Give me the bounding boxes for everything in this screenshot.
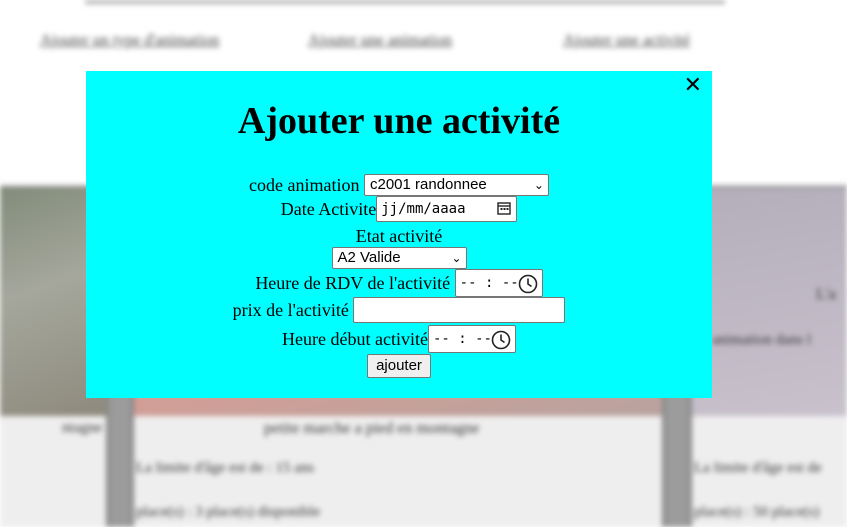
nav-link-add-activity[interactable]: Ajouter une activité <box>563 32 690 50</box>
prix-row: prix de l'activité <box>86 297 712 323</box>
date-activite-row: Date Activite jj/mm/aaaa <box>86 196 712 222</box>
card-places: place(s) : 50 place(s) <box>694 504 820 520</box>
date-activite-input[interactable]: jj/mm/aaaa <box>376 196 518 224</box>
etat-activite-selected: A2 Valide <box>337 248 401 266</box>
card-places: place(s) : 3 place(s) disponible <box>136 504 321 520</box>
prix-label: prix de l'activité <box>232 300 349 320</box>
card-title: petite marche a pied en montagne <box>264 420 480 437</box>
prix-input[interactable] <box>353 297 566 323</box>
heure-debut-row: Heure début activité -- : -- <box>86 325 712 353</box>
nav-link-add-animation-type[interactable]: Ajouter un type d'animation <box>40 32 219 50</box>
background-text-fragment: animation dans l <box>712 332 812 348</box>
close-icon[interactable]: ✕ <box>684 75 702 97</box>
background-nav: Ajouter un type d'animation Ajouter une … <box>0 32 847 62</box>
card-age-limit: La limite d'âge est de <box>694 460 822 476</box>
nav-link-add-animation[interactable]: Ajouter une animation <box>308 32 452 50</box>
code-animation-row: code animation c2001 randonnee ⌄ <box>86 172 712 196</box>
date-placeholder: jj/mm/aaaa <box>381 201 466 217</box>
etat-activite-select-row: A2 Valide ⌄ <box>86 245 712 269</box>
etat-activite-label-row: Etat activité <box>86 223 712 247</box>
background-text-fragment: L'a <box>816 286 836 303</box>
modal-title: Ajouter une activité <box>237 100 561 142</box>
background-header-text <box>85 0 725 4</box>
heure-rdv-input[interactable]: -- : -- <box>454 269 543 297</box>
heure-rdv-row: Heure de RDV de l'activité -- : -- <box>86 269 712 297</box>
date-activite-label: Date Activite <box>280 199 377 219</box>
chevron-down-icon: ⌄ <box>451 250 462 265</box>
heure-debut-input[interactable]: -- : -- <box>427 325 516 353</box>
code-animation-select[interactable]: c2001 randonnee ⌄ <box>363 173 549 196</box>
calendar-icon[interactable] <box>496 200 512 224</box>
heure-debut-label: Heure début activité <box>282 329 428 349</box>
code-animation-label: code animation <box>249 174 360 195</box>
card-title: ntagne <box>62 420 102 436</box>
ajouter-button[interactable]: ajouter <box>367 353 431 378</box>
add-activity-modal: ✕ Ajouter une activité code animation c2… <box>86 71 712 398</box>
chevron-down-icon: ⌄ <box>533 177 544 192</box>
card-age-limit: La limite d'âge est de : 15 ans <box>136 460 315 476</box>
submit-row: ajouter <box>86 353 712 378</box>
code-animation-selected: c2001 randonnee <box>369 175 487 193</box>
etat-activite-label: Etat activité <box>355 225 443 246</box>
etat-activite-select[interactable]: A2 Valide ⌄ <box>331 246 467 269</box>
heure-rdv-label: Heure de RDV de l'activité <box>255 273 451 293</box>
heure-debut-placeholder: -- : -- <box>432 331 492 347</box>
activity-card[interactable]: La limite d'âge est de place(s) : 50 pla… <box>692 188 847 527</box>
heure-rdv-placeholder: -- : -- <box>459 275 519 291</box>
